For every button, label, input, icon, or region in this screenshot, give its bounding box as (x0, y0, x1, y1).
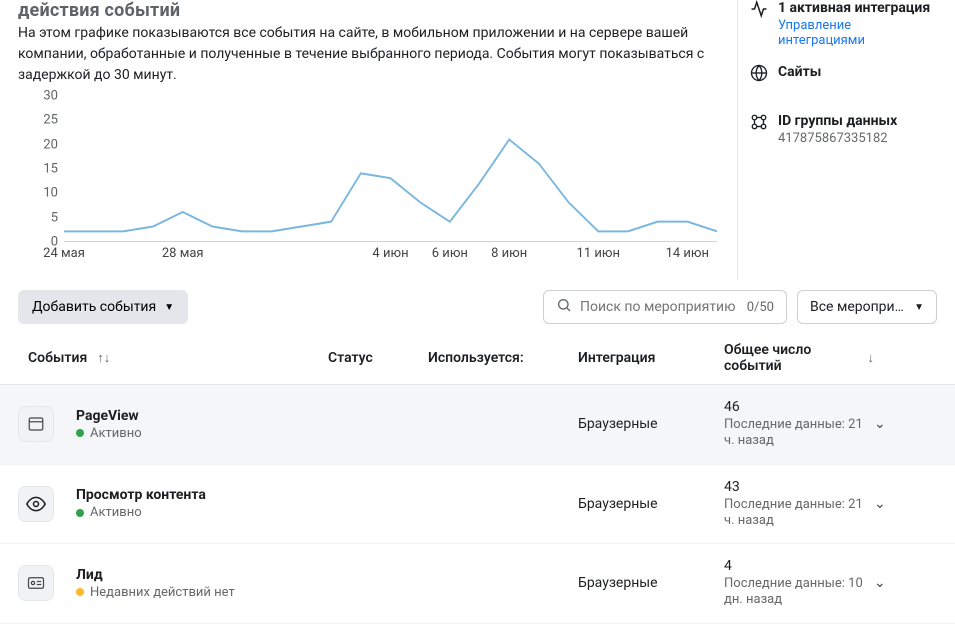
chevron-down-icon[interactable]: ⌄ (874, 416, 886, 432)
table-header: События ↑↓ Статус Используется: Интеграц… (0, 332, 955, 385)
search-count: 0/50 (747, 300, 774, 315)
event-type-icon (18, 486, 54, 522)
event-integration: Браузерные (578, 496, 724, 512)
y-tick: 30 (43, 89, 58, 104)
page-description: На этом графике показываются все события… (18, 23, 717, 86)
col-used: Используется: (428, 350, 578, 366)
activity-icon (750, 0, 768, 18)
add-events-button[interactable]: Добавить события ▼ (18, 290, 188, 324)
page-title: действия событий (18, 0, 717, 21)
globe-icon (750, 64, 768, 82)
y-tick: 25 (43, 113, 58, 128)
event-total: 43 (724, 479, 874, 495)
event-type-icon (18, 406, 54, 442)
event-last-data: Последние данные: 21 ч. назад (724, 497, 874, 530)
status-dot (76, 429, 84, 437)
event-type-icon (18, 565, 54, 601)
data-group-icon (750, 113, 768, 131)
y-tick: 15 (43, 162, 58, 177)
search-input[interactable] (580, 299, 739, 315)
caret-down-icon: ▼ (914, 302, 924, 313)
integration-count: 1 активная интеграция (778, 0, 937, 16)
data-group-title: ID группы данных (778, 113, 897, 129)
y-tick: 5 (51, 210, 58, 225)
events-chart: 051015202530 24 мая28 мая4 июн6 июн8 июн… (18, 96, 717, 266)
event-last-data: Последние данные: 10 дн. назад (724, 576, 874, 609)
x-tick: 6 июн (432, 246, 468, 261)
event-last-data: Последние данные: 21 ч. назад (724, 417, 874, 450)
table-row[interactable]: Просмотр контента Активно Браузерные43 Посл… (0, 465, 955, 545)
chevron-down-icon[interactable]: ⌄ (874, 496, 886, 512)
col-events[interactable]: События (28, 350, 87, 366)
table-row[interactable]: PageView Активно Браузерные46 Последние дан… (0, 385, 955, 465)
col-integration: Интеграция (578, 350, 724, 366)
event-name: Лид (76, 567, 235, 583)
chevron-down-icon[interactable]: ⌄ (874, 575, 886, 591)
event-filter-label: Все мероприя… (810, 299, 904, 315)
sites-value (778, 82, 821, 97)
event-status: Недавних действий нет (76, 585, 235, 600)
event-name: PageView (76, 408, 142, 424)
event-status: Активно (76, 426, 142, 441)
caret-down-icon: ▼ (164, 302, 174, 313)
event-total: 46 (724, 399, 874, 415)
status-dot (76, 588, 84, 596)
sort-icon[interactable]: ↑↓ (97, 350, 110, 366)
sites-title: Сайты (778, 64, 821, 80)
event-total: 4 (724, 558, 874, 574)
event-integration: Браузерные (578, 416, 724, 432)
x-tick: 24 мая (43, 246, 85, 261)
x-tick: 4 июн (372, 246, 408, 261)
manage-integrations-link[interactable]: Управление интеграциями (778, 18, 937, 48)
event-filter-select[interactable]: Все мероприя… ▼ (797, 290, 937, 324)
col-total[interactable]: Общее число событий (724, 342, 860, 374)
event-integration: Браузерные (578, 575, 724, 591)
x-tick: 8 июн (491, 246, 527, 261)
search-input-wrapper[interactable]: 0/50 (543, 290, 787, 324)
y-tick: 10 (43, 186, 58, 201)
event-status: Активно (76, 505, 206, 520)
status-dot (76, 509, 84, 517)
col-status: Статус (328, 350, 428, 366)
add-events-label: Добавить события (32, 299, 156, 315)
search-icon (556, 297, 572, 317)
y-tick: 20 (43, 137, 58, 152)
x-tick: 11 июн (577, 246, 620, 261)
event-name: Просмотр контента (76, 487, 206, 503)
x-tick: 14 июн (666, 246, 709, 261)
table-row[interactable]: Лид Недавних действий нет Браузерные4 После… (0, 544, 955, 624)
sort-down-icon[interactable]: ↓ (868, 350, 875, 366)
x-tick: 28 мая (162, 246, 204, 261)
data-group-id: 417875867335182 (778, 131, 897, 146)
